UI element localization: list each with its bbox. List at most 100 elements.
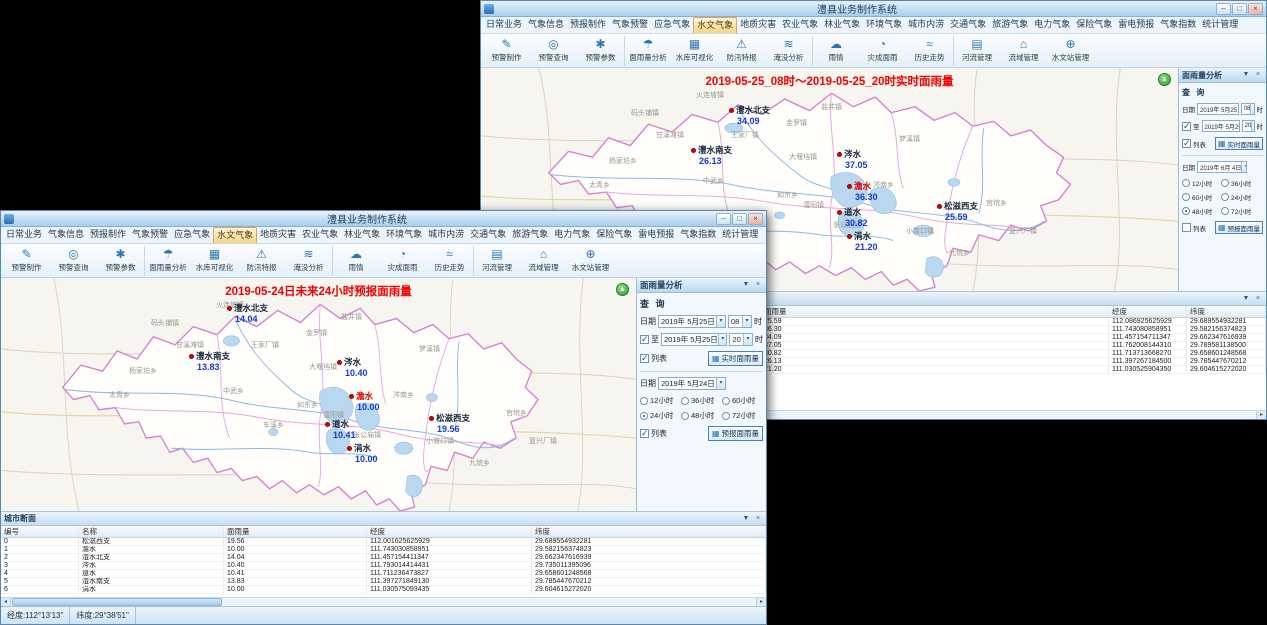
map-canvas[interactable]: 2019-05-24日未来24小时预报面雨量 ▲ 码头铺镇火连坡镇甘溪滩镇王家厂… [1, 278, 636, 511]
table-row[interactable]: 6 涓水 10.00 111.030575093435 29.604615272… [1, 586, 766, 594]
menu-item[interactable]: 农业气象 [299, 227, 341, 243]
menu-item[interactable]: 城市内涝 [425, 227, 467, 243]
toolbar-button[interactable]: ◔ 灾成面雨 [379, 246, 426, 276]
duration-radio[interactable]: 60小时 [1182, 192, 1221, 202]
map-station[interactable]: 涔水 37.05 [837, 148, 868, 170]
menu-item[interactable]: 预报制作 [567, 17, 609, 33]
end-hour-select[interactable]: 20▾ [1242, 120, 1255, 132]
menu-item[interactable]: 旅游气象 [989, 17, 1031, 33]
map-station[interactable]: 松滋西支 19.56 [429, 412, 470, 434]
map-station[interactable]: 澹水 36.30 [847, 180, 878, 202]
toolbar-button[interactable]: ◎ 预警查询 [530, 36, 577, 66]
forecast-date-select[interactable]: 2019年 6月 4日▾ [1197, 161, 1247, 173]
toolbar-button[interactable]: ✎ 预警制作 [483, 36, 530, 66]
column-header[interactable]: 编号 [1, 526, 79, 537]
menu-item[interactable]: 日常业务 [483, 17, 525, 33]
duration-radio[interactable]: 48小时 [681, 410, 722, 421]
realtime-rain-button[interactable]: ▦实时面雨量 [708, 351, 763, 366]
menu-item[interactable]: 气象信息 [525, 17, 567, 33]
menu-item[interactable]: 雷电预报 [1115, 17, 1157, 33]
start-hour-select[interactable]: 08▾ [728, 315, 752, 328]
toolbar-button[interactable]: ◎ 预警查询 [50, 246, 97, 276]
toolbar-button[interactable]: ⌂ 流域管理 [1000, 36, 1047, 66]
toolbar-button[interactable]: ☁ 雨情 [332, 246, 379, 276]
toolbar-button[interactable]: ≈ 历史走势 [426, 246, 473, 276]
forecast-rain-button[interactable]: ▦预报面雨量 [1215, 221, 1263, 234]
menu-item[interactable]: 气象指数 [677, 227, 719, 243]
duration-radio[interactable]: 60小时 [722, 395, 763, 406]
toolbar-button[interactable]: ⚠ 防汛特报 [718, 36, 765, 66]
scrollbar-thumb[interactable] [12, 598, 222, 606]
toolbar-button[interactable]: ☁ 雨情 [812, 36, 859, 66]
menu-item[interactable]: 气象信息 [45, 227, 87, 243]
titlebar[interactable]: 澧县业务制作系统 – □ × [1, 211, 766, 227]
map-locate-button[interactable]: ▲ [1158, 73, 1171, 86]
start-date-select[interactable]: 2019年 5月25日▾ [658, 315, 726, 328]
toolbar-button[interactable]: ⊕ 水文站管理 [567, 246, 614, 276]
map-station[interactable]: 松滋西支 25.59 [937, 200, 978, 222]
scrollbar-track[interactable] [703, 411, 1256, 419]
start-hour-select[interactable]: 08▾ [1241, 103, 1255, 115]
menu-item[interactable]: 电力气象 [551, 227, 593, 243]
close-button[interactable]: × [748, 213, 763, 225]
map-station[interactable]: 道水 30.82 [837, 206, 868, 228]
forecast-rain-button[interactable]: ▦预报面雨量 [708, 426, 763, 441]
forecast-date-select[interactable]: 2019年 5月24日▾ [658, 377, 726, 390]
menu-item[interactable]: 气象预警 [609, 17, 651, 33]
duration-radio[interactable]: 48小时 [1182, 206, 1221, 216]
toolbar-button[interactable]: ✱ 预警参数 [97, 246, 144, 276]
menu-item[interactable]: 电力气象 [1031, 17, 1073, 33]
panel-close-icon[interactable]: × [1253, 294, 1263, 304]
column-header[interactable]: 面雨量 [224, 526, 367, 537]
toolbar-button[interactable]: ⌂ 流域管理 [520, 246, 567, 276]
duration-radio[interactable]: 24小时 [1221, 192, 1260, 202]
titlebar[interactable]: 澧县业务制作系统 – □ × [481, 1, 1266, 17]
panel-close-icon[interactable]: × [1253, 70, 1263, 80]
duration-radio[interactable]: 12小时 [1182, 178, 1221, 188]
map-station[interactable]: 涓水 10.00 [347, 442, 378, 464]
end-date-select[interactable]: 2019年 5月25日▾ [661, 333, 727, 346]
column-header[interactable]: 经度 [1109, 306, 1187, 317]
toolbar-button[interactable]: ≈ 历史走势 [906, 36, 953, 66]
list-checkbox[interactable] [640, 354, 649, 363]
menu-item[interactable]: 地质灾害 [737, 17, 779, 33]
map-station[interactable]: 澹水 10.00 [349, 390, 380, 412]
menu-item[interactable]: 保险气象 [1073, 17, 1115, 33]
pin-icon[interactable]: ▼ [741, 514, 751, 524]
panel-close-icon[interactable]: × [753, 280, 763, 290]
toolbar-button[interactable]: ▤ 河流管理 [473, 246, 520, 276]
duration-radio[interactable]: 12小时 [640, 395, 681, 406]
to-checkbox[interactable] [1182, 122, 1191, 131]
toolbar-button[interactable]: ≋ 淹没分析 [765, 36, 812, 66]
menu-item[interactable]: 水文气象 [213, 227, 257, 243]
toolbar-button[interactable]: ≋ 淹没分析 [285, 246, 332, 276]
map-station[interactable]: 涓水 21.20 [847, 230, 878, 252]
map-locate-button[interactable]: ▲ [616, 283, 629, 296]
column-header[interactable]: 纬度 [1187, 306, 1266, 317]
toolbar-button[interactable]: ▦ 水库可视化 [191, 246, 238, 276]
pin-icon[interactable]: ▼ [1241, 294, 1251, 304]
toolbar-button[interactable]: ✎ 预警制作 [3, 246, 50, 276]
duration-radio[interactable]: 72小时 [722, 410, 763, 421]
forecast-list-checkbox[interactable] [1182, 223, 1191, 232]
scrollbar-track[interactable] [223, 598, 756, 606]
menu-item[interactable]: 气象指数 [1157, 17, 1199, 33]
end-date-select[interactable]: 2019年 5月25日▾ [1202, 120, 1240, 132]
toolbar-button[interactable]: ⊕ 水文站管理 [1047, 36, 1094, 66]
forecast-list-checkbox[interactable] [640, 429, 649, 438]
scroll-right-icon[interactable]: ▸ [756, 598, 766, 606]
minimize-button[interactable]: – [1216, 3, 1231, 15]
menu-item[interactable]: 交通气象 [947, 17, 989, 33]
maximize-button[interactable]: □ [732, 213, 747, 225]
column-header[interactable]: 面雨量 [761, 306, 1109, 317]
duration-radio[interactable]: 36小时 [681, 395, 722, 406]
map-station[interactable]: 道水 10.41 [325, 418, 356, 440]
menu-item[interactable]: 预报制作 [87, 227, 129, 243]
menu-item[interactable]: 应急气象 [171, 227, 213, 243]
duration-radio[interactable]: 36小时 [1221, 178, 1260, 188]
horizontal-scrollbar[interactable]: ◂ ▸ [1, 597, 766, 606]
menu-item[interactable]: 统计管理 [719, 227, 761, 243]
toolbar-button[interactable]: ☂ 面雨量分析 [144, 246, 191, 276]
panel-close-icon[interactable]: × [753, 514, 763, 524]
map-station[interactable]: 澧水北支 34.09 [729, 104, 770, 126]
